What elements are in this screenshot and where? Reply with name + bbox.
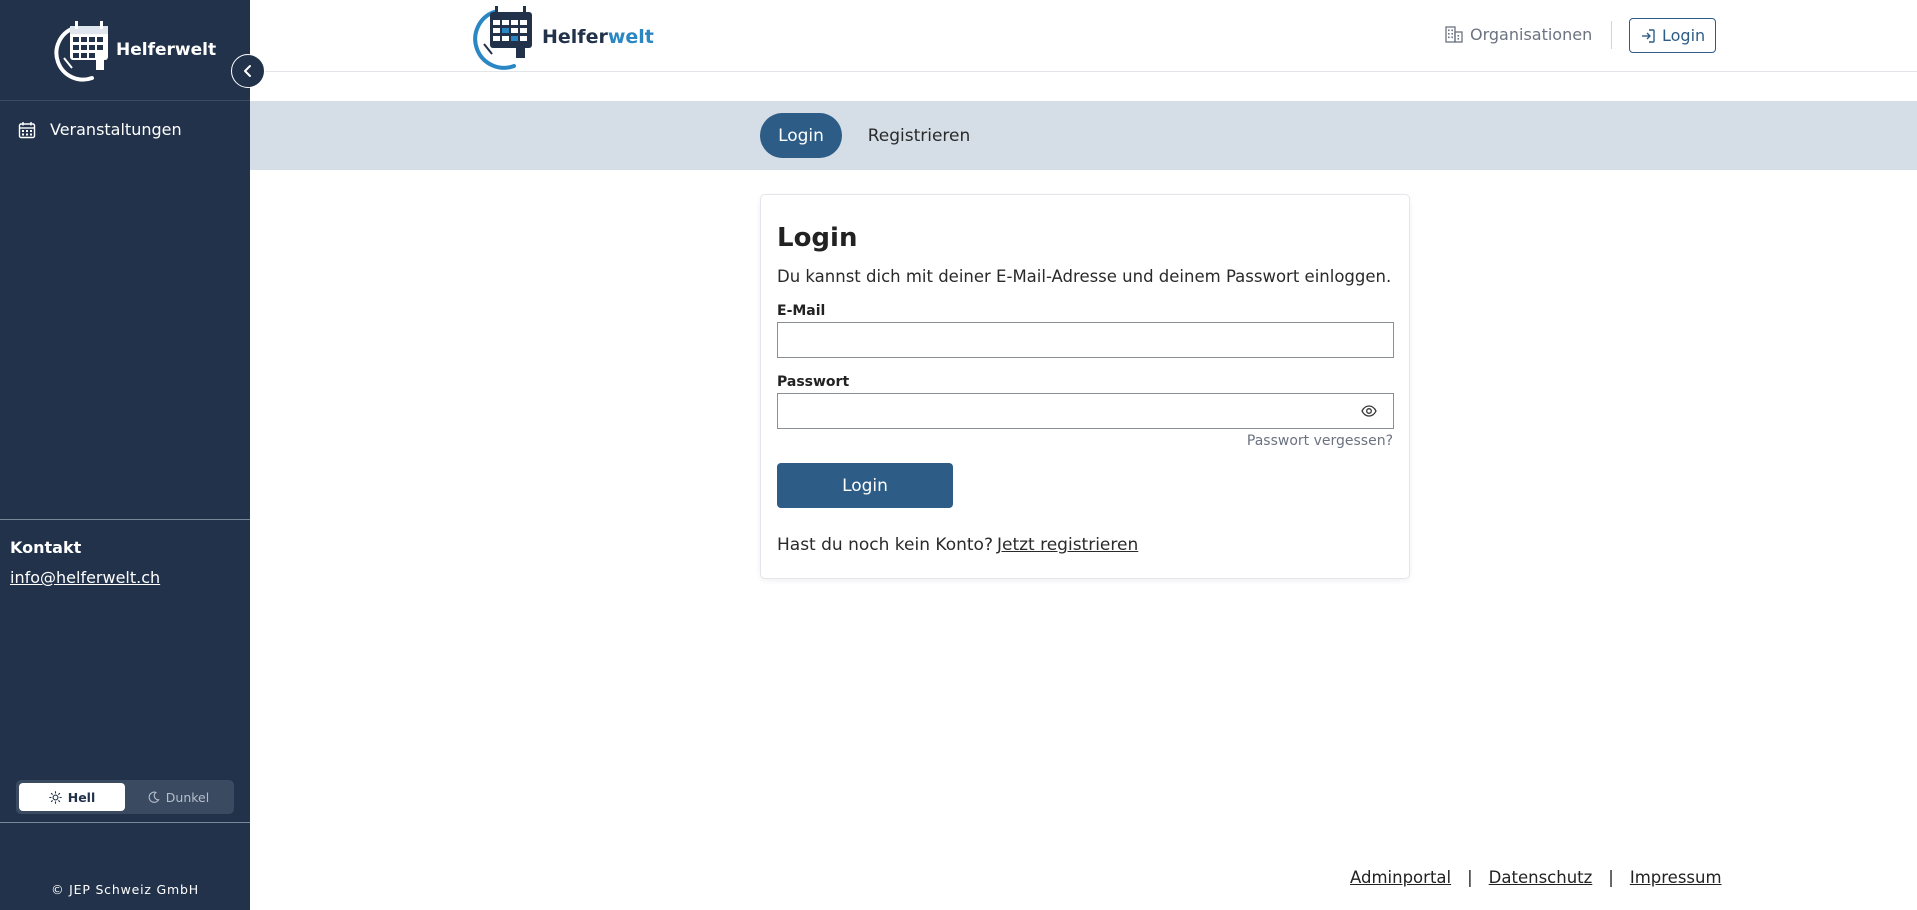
copyright: © JEP Schweiz GmbH — [51, 882, 199, 897]
register-prompt: Hast du noch kein Konto? Jetzt registrier… — [777, 535, 1138, 555]
password-label: Passwort — [777, 374, 850, 390]
email-field[interactable] — [777, 322, 1394, 358]
footer-link-adminportal[interactable]: Adminportal — [1350, 868, 1451, 887]
forgot-password-link[interactable]: Passwort vergessen? — [1247, 433, 1393, 449]
building-icon — [1445, 26, 1463, 43]
header-login-button[interactable]: Login — [1629, 18, 1717, 53]
sidebar-divider — [0, 822, 250, 823]
organizations-link[interactable]: Organisationen — [1444, 24, 1592, 44]
organizations-label: Organisationen — [1470, 24, 1593, 44]
sidebar-logo-text: Helferwelt — [116, 40, 217, 60]
helferwelt-logo-icon — [54, 21, 108, 82]
email-label: E-Mail — [777, 303, 826, 319]
sidebar-logo[interactable]: Helferwelt — [44, 18, 216, 82]
tab-login[interactable]: Login — [760, 113, 842, 158]
sidebar-item-label: Veranstaltungen — [50, 120, 182, 139]
login-title: Login — [777, 223, 858, 253]
header-login-label: Login — [1662, 26, 1706, 45]
footer-separator: | — [1467, 868, 1473, 887]
no-account-text: Hast du noch kein Konto? — [777, 535, 993, 555]
footer-link-datenschutz[interactable]: Datenschutz — [1489, 868, 1593, 887]
contact-email-link[interactable]: info@helferwelt.ch — [10, 568, 160, 587]
sidebar-collapse-button[interactable] — [231, 54, 265, 88]
toggle-password-visibility-button[interactable] — [1361, 403, 1377, 423]
auth-tab-bar: Login Registrieren — [250, 101, 1917, 170]
footer: Adminportal | Datenschutz | Impressum — [1350, 868, 1722, 887]
sun-icon — [48, 790, 62, 804]
theme-light-button[interactable]: Hell — [19, 783, 125, 811]
moon-icon — [148, 791, 160, 803]
sidebar: Helferwelt Veranstaltungen Kontakt info@… — [0, 0, 250, 910]
header-logo[interactable]: Helferwelt — [460, 4, 654, 70]
footer-separator: | — [1608, 868, 1614, 887]
chevron-left-icon — [244, 65, 251, 77]
register-link[interactable]: Jetzt registrieren — [997, 535, 1138, 555]
sidebar-header-divider — [0, 100, 250, 101]
login-submit-button[interactable]: Login — [777, 463, 953, 508]
calendar-icon — [18, 121, 36, 138]
footer-link-impressum[interactable]: Impressum — [1630, 868, 1722, 887]
login-card: Login Du kannst dich mit deiner E-Mail-A… — [760, 194, 1410, 579]
password-field[interactable] — [777, 393, 1394, 429]
contact-title: Kontakt — [10, 538, 82, 557]
eye-icon — [1361, 405, 1377, 417]
top-header: Helferwelt Organisationen Login — [250, 0, 1917, 72]
login-icon — [1642, 28, 1655, 43]
tab-register[interactable]: Registrieren — [854, 113, 984, 158]
login-description: Du kannst dich mit deiner E-Mail-Adresse… — [777, 267, 1392, 286]
theme-dark-label: Dunkel — [165, 789, 210, 805]
helferwelt-logo-icon — [473, 6, 532, 70]
sidebar-item-veranstaltungen[interactable]: Veranstaltungen — [18, 120, 182, 139]
theme-dark-button[interactable]: Dunkel — [125, 783, 231, 811]
header-logo-text: Helferwelt — [542, 26, 654, 48]
sidebar-divider — [0, 519, 250, 520]
theme-toggle: Hell Dunkel — [16, 780, 234, 814]
theme-light-label: Hell — [67, 789, 96, 805]
header-divider — [1611, 21, 1612, 49]
